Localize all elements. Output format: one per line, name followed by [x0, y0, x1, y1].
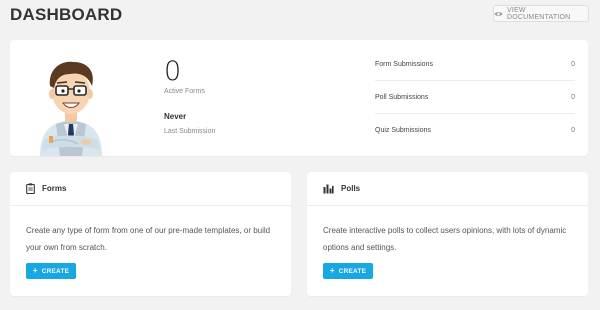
stat-label: Form Submissions [375, 60, 433, 68]
stat-label: Quiz Submissions [375, 127, 432, 134]
active-forms-count: 0 [164, 56, 182, 87]
summary-card: 0 Active Forms Never Last Submission For… [10, 40, 588, 156]
create-form-button[interactable]: + CREATE [26, 263, 76, 279]
stat-value: 0 [571, 127, 575, 134]
forms-card-description: Create any type of form from one of our … [26, 226, 271, 252]
plus-icon: + [329, 266, 335, 275]
last-submission-value: Never [164, 112, 187, 121]
create-form-label: CREATE [41, 267, 70, 275]
forms-card-header: Forms [10, 172, 291, 206]
create-poll-button[interactable]: + CREATE [323, 263, 373, 279]
mascot-illustration [26, 54, 116, 156]
create-poll-label: CREATE [338, 267, 367, 275]
stat-row-quiz-submissions: Quiz Submissions 0 [375, 114, 575, 147]
plus-icon: + [32, 266, 38, 275]
bar-chart-icon [323, 184, 334, 194]
active-forms-label: Active Forms [164, 88, 205, 95]
clipboard-icon [26, 183, 35, 194]
polls-card-header: Polls [307, 172, 588, 206]
stat-label: Poll Submissions [375, 93, 429, 101]
stat-value: 0 [571, 93, 575, 101]
stat-row-poll-submissions: Poll Submissions 0 [375, 81, 575, 114]
forms-card: Forms Create any type of form from one o… [10, 172, 291, 296]
submission-stats: Form Submissions 0 Poll Submissions 0 Qu… [375, 48, 575, 147]
view-documentation-button[interactable]: VIEW DOCUMENTATION [493, 5, 589, 22]
polls-card-description: Create interactive polls to collect user… [323, 226, 567, 252]
polls-card: Polls Create interactive polls to collec… [307, 172, 588, 296]
stat-value: 0 [571, 60, 575, 68]
view-documentation-label: VIEW DOCUMENTATION [507, 6, 571, 21]
last-submission-label: Last Submission [164, 128, 216, 135]
stat-row-form-submissions: Form Submissions 0 [375, 48, 575, 81]
polls-card-title: Polls [341, 184, 361, 193]
forms-card-title: Forms [42, 184, 67, 193]
page-title: DASHBOARD [10, 5, 123, 24]
eye-icon [494, 11, 503, 17]
